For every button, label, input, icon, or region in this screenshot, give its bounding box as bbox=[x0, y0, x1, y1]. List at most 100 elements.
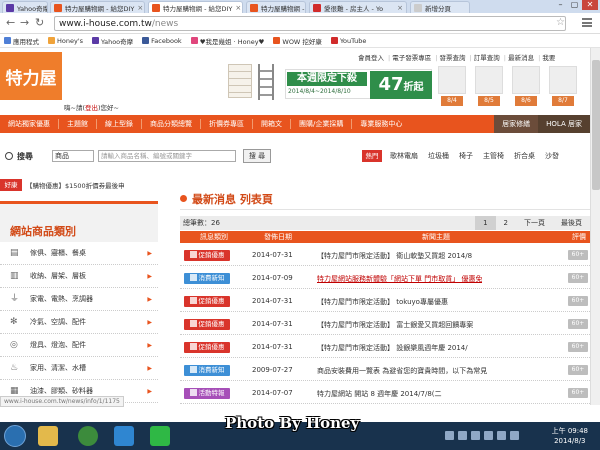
category-item[interactable]: ▥ 收納、層架、層板 ▶ bbox=[0, 265, 158, 288]
chrome-taskbar-icon[interactable] bbox=[78, 426, 98, 446]
hot-keyword-link[interactable]: 沙發 bbox=[545, 151, 559, 161]
search-button[interactable]: 搜 尋 bbox=[243, 149, 271, 163]
page-link[interactable]: 下一頁 bbox=[516, 216, 553, 230]
hot-keyword-link[interactable]: 椅子 bbox=[459, 151, 473, 161]
browser-tab[interactable]: 特力屋購物網 - 給您DIY× bbox=[148, 1, 243, 13]
news-category-badge[interactable]: 活動特報 bbox=[184, 388, 230, 399]
top-link[interactable]: 最新消息 bbox=[504, 52, 534, 62]
bookmark-item[interactable]: Honey's bbox=[48, 37, 83, 45]
news-title-link[interactable]: 【特力屋門市限定活動】 設銀樂風週年慶 2014/ bbox=[317, 343, 468, 353]
ie-taskbar-icon[interactable] bbox=[114, 426, 134, 446]
coupon-text[interactable]: 【購物優惠】$1500折價券最後申 bbox=[26, 180, 125, 190]
page-scrollbar[interactable] bbox=[590, 48, 600, 405]
shelf-product-image[interactable] bbox=[258, 64, 274, 100]
coupon-ticker[interactable]: 好康 【購物優惠】$1500折價券最後申 bbox=[0, 178, 158, 192]
deal-product-image[interactable] bbox=[475, 66, 503, 94]
news-category-badge[interactable]: 促銷優惠 bbox=[184, 250, 230, 261]
reload-button[interactable]: ↻ bbox=[35, 16, 44, 29]
news-category-badge[interactable]: 促銷優惠 bbox=[184, 342, 230, 353]
site-logo[interactable]: 特力屋 bbox=[0, 52, 62, 100]
browser-tab[interactable]: 愛很難 - 房主人 - Yo × bbox=[309, 1, 407, 13]
browser-tab[interactable]: 特力屋購物網 - 給您DIY× bbox=[50, 1, 145, 13]
news-category-badge[interactable]: 促銷優惠 bbox=[184, 296, 230, 307]
top-link[interactable]: 發票查詢 bbox=[435, 52, 466, 62]
scrollbar-thumb[interactable] bbox=[592, 60, 600, 190]
bookmark-item[interactable]: Facebook bbox=[142, 37, 182, 45]
news-row[interactable]: 促銷優惠 2014-07-31 【特力屋門市限定活動】 衛山軟墊又買超 2014/8… bbox=[180, 244, 590, 266]
news-title-link[interactable]: 特力屋網站服務新體驗「網站下單 門市取貨」 優惠免 bbox=[317, 274, 482, 284]
page-link[interactable]: 2 bbox=[496, 216, 516, 230]
news-title-link[interactable]: 【特力屋門市限定活動】 衛山軟墊又買超 2014/8 bbox=[317, 251, 472, 261]
drawer-product-image[interactable] bbox=[228, 64, 252, 98]
news-row[interactable]: 活動特報 2014-07-07 特力屋網站 開站 8 週年慶 2014/7/8(二 6… bbox=[180, 382, 590, 404]
tab-close-icon[interactable]: × bbox=[397, 4, 403, 12]
start-button[interactable] bbox=[4, 425, 26, 447]
nav-item[interactable]: 網站獨家優惠 bbox=[0, 119, 59, 129]
nav-item[interactable]: 商品分類總覽 bbox=[142, 119, 201, 129]
bookmark-item[interactable]: 應用程式 bbox=[4, 36, 39, 46]
category-item[interactable]: ⏚ 家電、電熱、烹調器 ▶ bbox=[0, 288, 158, 311]
bookmark-item[interactable]: ♥我是幾姐 · Honey♥ bbox=[190, 36, 264, 46]
deal-item[interactable]: 8/5 bbox=[473, 66, 506, 106]
tab-close-icon[interactable]: × bbox=[235, 4, 241, 12]
category-item[interactable]: ▤ 傢俱、寢櫃、餐桌 ▶ bbox=[0, 242, 158, 265]
nav-right-item[interactable]: HOLA 居家 bbox=[538, 115, 590, 133]
tray-icon[interactable] bbox=[471, 431, 480, 440]
news-category-badge[interactable]: 消費新知 bbox=[184, 273, 230, 284]
bookmark-item[interactable]: YouTube bbox=[330, 37, 366, 45]
news-title-link[interactable]: 【特力屋門市限定活動】 富士銀愛又買超回饋專案 bbox=[317, 320, 473, 330]
minimize-button[interactable]: – bbox=[554, 0, 567, 10]
deal-product-image[interactable] bbox=[549, 66, 577, 94]
maximize-button[interactable]: ▢ bbox=[568, 0, 581, 10]
nav-item[interactable]: 開箱文 bbox=[253, 119, 291, 129]
search-input[interactable]: 請輸入商品名稱、編號或關鍵字 bbox=[98, 150, 236, 162]
nav-item[interactable]: 團購/企業採購 bbox=[291, 119, 353, 129]
bookmark-star-icon[interactable]: ☆ bbox=[556, 17, 565, 28]
deal-product-image[interactable] bbox=[438, 66, 466, 94]
nav-item[interactable]: 專業服務中心 bbox=[352, 119, 410, 129]
news-category-badge[interactable]: 促銷優惠 bbox=[184, 319, 230, 330]
hot-keyword-link[interactable]: 垃圾桶 bbox=[428, 151, 449, 161]
news-title-link[interactable]: 特力屋網站 開站 8 週年慶 2014/7/8(二 bbox=[317, 389, 442, 399]
browser-tab[interactable]: Yahoo奇摩× bbox=[2, 1, 48, 13]
nav-right-item[interactable]: 居家修繕 bbox=[494, 115, 539, 133]
browser-menu-icon[interactable] bbox=[582, 18, 592, 27]
nav-item[interactable]: 折價券專區 bbox=[201, 119, 253, 129]
nav-item[interactable]: 主題館 bbox=[59, 119, 97, 129]
line-taskbar-icon[interactable] bbox=[150, 426, 170, 446]
category-item[interactable]: ♨ 家用、清潔、水槽 ▶ bbox=[0, 357, 158, 380]
news-row[interactable]: 促銷優惠 2014-07-31 【特力屋門市限定活動】 設銀樂風週年慶 2014/6… bbox=[180, 336, 590, 358]
browser-tab[interactable]: 新增分頁 bbox=[410, 1, 470, 13]
bookmark-item[interactable]: WOW 挖好康 bbox=[273, 36, 322, 46]
forward-button[interactable]: → bbox=[20, 16, 29, 29]
news-row[interactable]: 消費新知 2014-07-09 特力屋網站服務新體驗「網站下單 門市取貨」 優惠免 6… bbox=[180, 267, 590, 289]
tab-close-icon[interactable]: × bbox=[137, 4, 143, 12]
folder-taskbar-icon[interactable] bbox=[38, 426, 58, 446]
window-close-button[interactable]: ✕ bbox=[582, 0, 598, 10]
top-link[interactable]: 訂單查詢 bbox=[470, 52, 500, 62]
tray-icon[interactable] bbox=[510, 431, 519, 440]
url-bar[interactable]: www.i-house.com.tw/news bbox=[54, 16, 566, 31]
news-category-badge[interactable]: 消費新知 bbox=[184, 365, 230, 376]
back-button[interactable]: ← bbox=[6, 16, 15, 29]
hot-keyword-link[interactable]: 歌林電扇 bbox=[390, 151, 418, 161]
deal-item[interactable]: 8/4 bbox=[436, 66, 469, 106]
category-item[interactable]: ◎ 燈具、燈泡、配件 ▶ bbox=[0, 334, 158, 357]
hot-keyword-link[interactable]: 折合桌 bbox=[514, 151, 535, 161]
browser-tab[interactable]: 特力屋購物網 - 給您DIY× bbox=[246, 1, 306, 13]
tray-icon[interactable] bbox=[445, 431, 454, 440]
top-link[interactable]: 會員登入 bbox=[358, 52, 384, 62]
tray-icon[interactable] bbox=[458, 431, 467, 440]
news-title-link[interactable]: 商品安裝費用一覽表 為避省您的寶貴時間，以下為常見 bbox=[317, 366, 487, 376]
hot-keyword-link[interactable]: 主管椅 bbox=[483, 151, 504, 161]
deal-item[interactable]: 8/6 bbox=[510, 66, 543, 106]
news-row[interactable]: 促銷優惠 2014-07-31 【特力屋門市限定活動】 富士銀愛又買超回饋專案 60+ bbox=[180, 313, 590, 335]
taskbar-clock[interactable]: 上午 09:48 2014/8/3 bbox=[552, 426, 588, 446]
weekly-promo-banner[interactable]: 本週限定下殺 2014/8/4~2014/8/10 47折起 bbox=[285, 69, 432, 99]
logout-link[interactable]: 登出 bbox=[85, 104, 98, 112]
category-item[interactable]: ✻ 冷氣、空調、配件 ▶ bbox=[0, 311, 158, 334]
page-link[interactable]: 1 bbox=[475, 216, 496, 230]
top-link[interactable]: 我要 bbox=[538, 52, 555, 62]
deal-item[interactable]: 8/7 bbox=[547, 66, 580, 106]
top-link[interactable]: 電子發票專區 bbox=[388, 52, 431, 62]
